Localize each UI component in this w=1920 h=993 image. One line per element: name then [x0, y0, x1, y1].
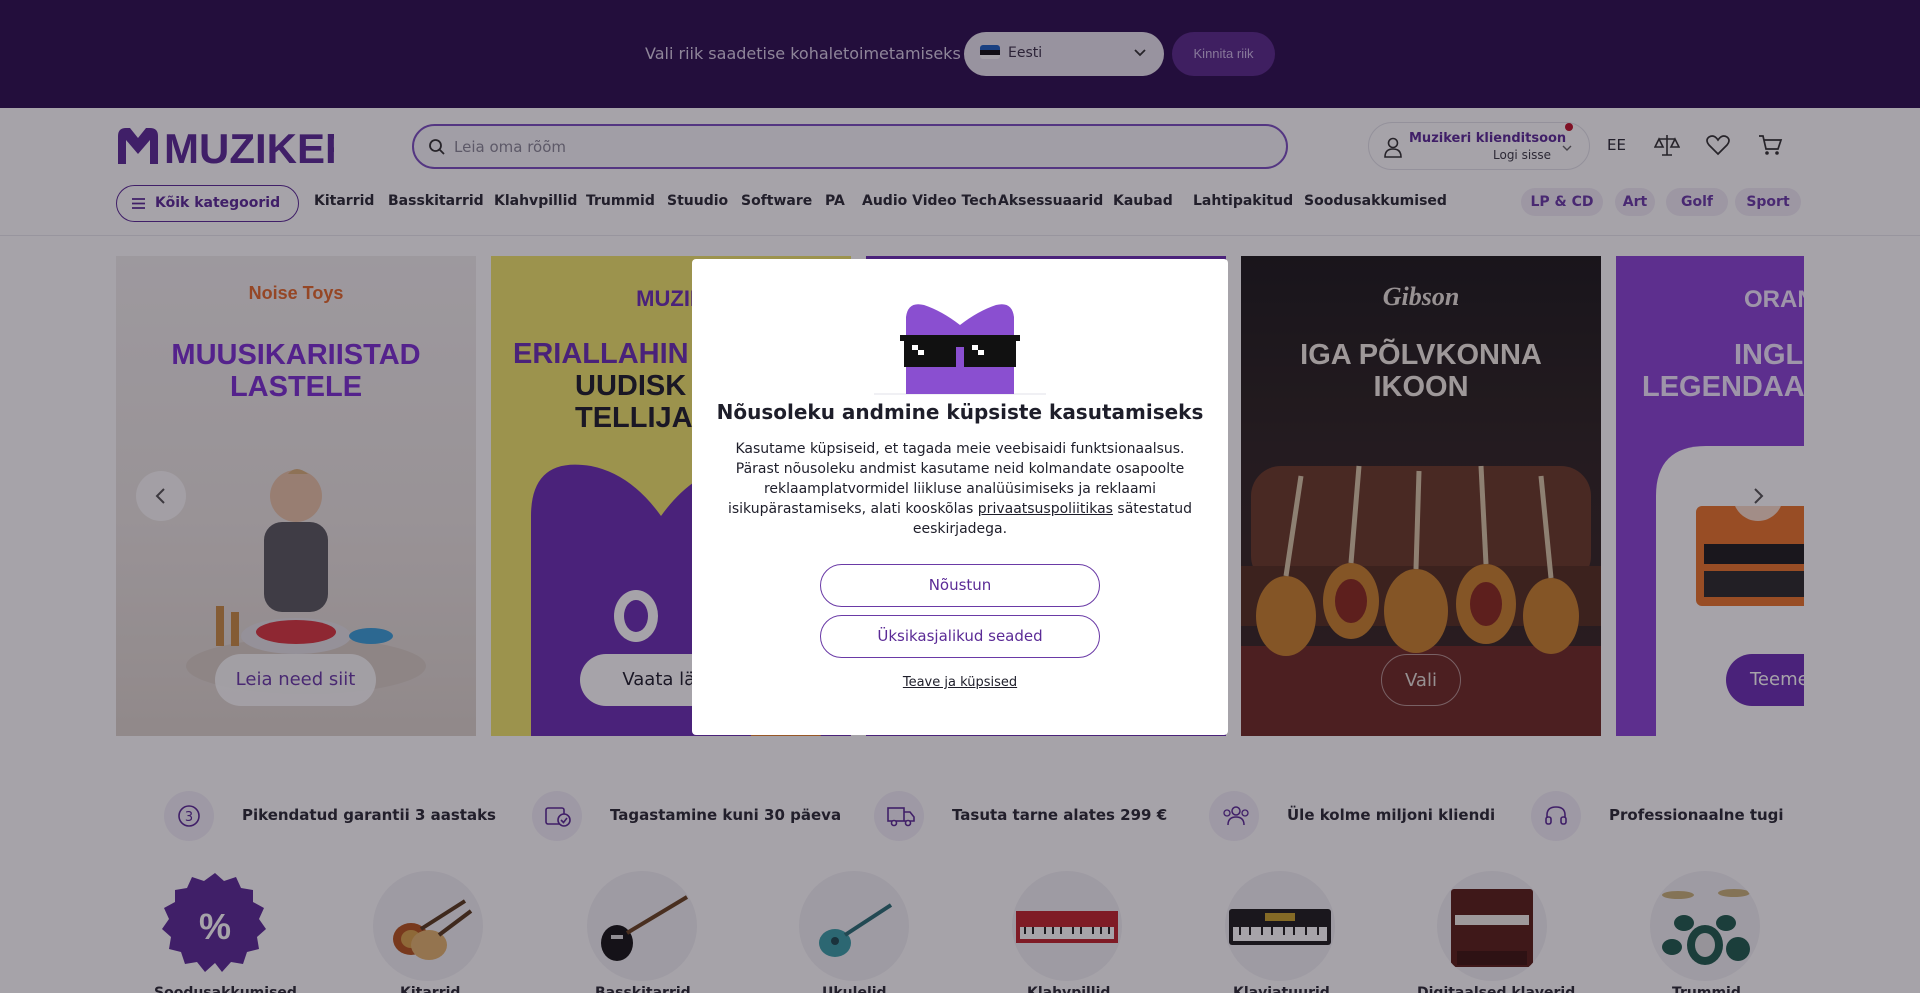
cookie-settings-button[interactable]: Üksikasjalikud seaded	[820, 615, 1100, 658]
privacy-policy-link[interactable]: privaatsuspoliitikas	[978, 501, 1113, 517]
cookie-modal-title: Nõusoleku andmine küpsiste kasutamiseks	[716, 400, 1204, 424]
cookie-info-link[interactable]: Teave ja küpsised	[692, 675, 1228, 690]
mascot-sunglasses-icon	[874, 304, 1046, 395]
cookie-consent-modal: Nõusoleku andmine küpsiste kasutamiseks …	[692, 259, 1228, 735]
accept-cookies-button[interactable]: Nõustun	[820, 564, 1100, 607]
cookie-modal-text: Kasutame küpsiseid, et tagada meie veebi…	[722, 439, 1198, 539]
